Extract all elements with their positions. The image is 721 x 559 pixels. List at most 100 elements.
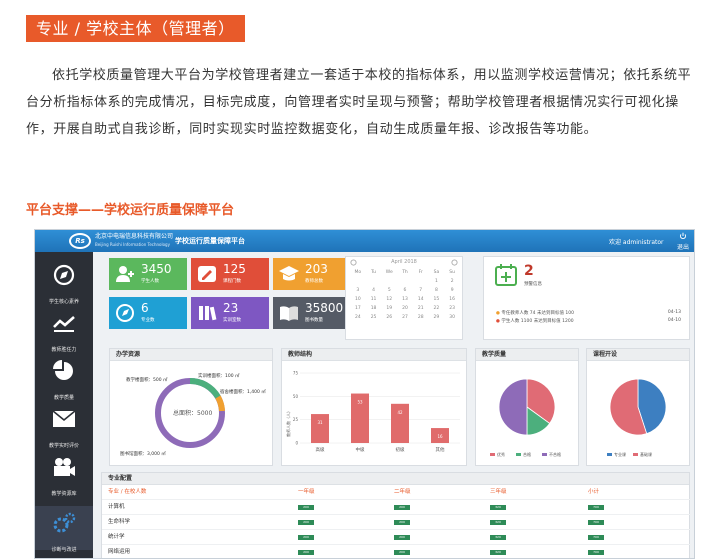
calendar-day <box>350 279 366 285</box>
panel-title: 教学质量 <box>476 349 578 361</box>
calendar-day[interactable]: 13 <box>397 297 413 303</box>
tile-label: 专业数 <box>141 318 155 323</box>
compass-icon <box>116 304 134 322</box>
stat-tile-teachers[interactable]: 203 教师总数 <box>273 258 351 290</box>
calendar-day[interactable]: 3 <box>350 288 366 294</box>
calendar-day[interactable]: 4 <box>366 288 382 294</box>
stat-tile-majors[interactable]: 6 专业数 <box>109 297 187 329</box>
calendar-day[interactable]: 21 <box>413 306 429 312</box>
count-badge: 200 <box>298 535 314 540</box>
calendar-day[interactable]: 28 <box>413 315 429 321</box>
count-badge: 320 <box>490 535 506 540</box>
alert-line[interactable]: ● 专任教师人数 74 未达到目标值 100 <box>496 310 574 316</box>
calendar-day[interactable]: 6 <box>397 288 413 294</box>
tile-number: 125 <box>223 262 246 276</box>
calendar-day[interactable]: 12 <box>381 297 397 303</box>
calendar-add-icon <box>495 264 517 286</box>
count-badge: 200 <box>394 520 410 525</box>
count-badge: 200 <box>394 550 410 555</box>
calendar-day[interactable]: 27 <box>397 315 413 321</box>
calendar-day[interactable]: 1 <box>429 279 445 285</box>
stat-tile-students[interactable]: 3450 学生人数 <box>109 258 187 290</box>
resources-donut-chart: 教学楼面积：500 ㎡ 实训楼面积：100 ㎡ 宿舍楼面积：1,400 ㎡ 图书… <box>120 372 266 457</box>
sidebar-item-resource-library[interactable]: 教学资源库 <box>35 450 93 497</box>
table-row[interactable]: 统计学 200 200 320 700 <box>102 530 691 545</box>
stat-tile-books[interactable]: 35800 图书数量 <box>273 297 351 329</box>
calendar-day[interactable]: 11 <box>366 297 382 303</box>
pie-icon <box>53 360 73 380</box>
table-title: 专业配置 <box>102 473 689 485</box>
exit-button[interactable]: 退出 <box>675 232 691 252</box>
stat-tile-courses[interactable]: 125 课程门数 <box>191 258 269 290</box>
calendar-day[interactable]: 15 <box>429 297 445 303</box>
legend-label: 优秀 <box>497 451 505 457</box>
sidebar-item-label: 教师胜任力 <box>51 347 77 353</box>
teacher-bar-chart: 教师人数（人） 0 25 50 75 31 高级 53 中级 42 初级 16 其他 <box>285 371 460 453</box>
calendar-day[interactable]: 30 <box>444 315 460 321</box>
calendar-day[interactable]: 25 <box>366 315 382 321</box>
quality-pie-chart: 优秀 合格 不合格 <box>490 378 561 457</box>
calendar-day[interactable]: 23 <box>444 306 460 312</box>
next-month-icon[interactable] <box>451 259 458 266</box>
panel-courses: 课程开设 专业课 基础课 <box>586 348 690 466</box>
power-icon <box>680 232 686 239</box>
calendar-day[interactable]: 2 <box>444 279 460 285</box>
pie-slice[interactable] <box>498 378 528 436</box>
book-icon <box>280 306 298 321</box>
calendar-day[interactable]: 26 <box>381 315 397 321</box>
count-badge: 320 <box>490 520 506 525</box>
count-badge: 200 <box>298 520 314 525</box>
sidebar-item-realtime-evaluation[interactable]: 教学实时评价 <box>35 402 93 449</box>
sidebar-item-teaching-quality[interactable]: 教学质量 <box>35 354 93 401</box>
calendar-day[interactable]: Mo <box>350 270 366 276</box>
stat-tile-training-rooms[interactable]: 23 实训室数 <box>191 297 269 329</box>
count-badge: 320 <box>490 550 506 555</box>
dashboard-screenshot: Rs 北京中电瑞信息科技有限公司 Beijing Ruishi Informat… <box>34 229 695 559</box>
sidebar-item-teacher-competency[interactable]: 教师胜任力 <box>35 306 93 353</box>
calendar-day[interactable]: 5 <box>381 288 397 294</box>
resource-label: 实训楼面积：100 ㎡ <box>198 372 240 379</box>
intro-paragraph: 依托学校质量管理大平台为学校管理者建立一套适于本校的指标体系，用以监测学校运营情… <box>26 68 692 137</box>
calendar-day[interactable]: 16 <box>444 297 460 303</box>
alert-count: 2 <box>524 263 534 279</box>
calendar-day[interactable]: 18 <box>366 306 382 312</box>
calendar-day[interactable]: 24 <box>350 315 366 321</box>
sidebar-item-core-literacy[interactable]: 学生核心素养 <box>35 258 93 305</box>
calendar-day <box>397 279 413 285</box>
resource-label: 宿舍楼面积：1,400 ㎡ <box>220 388 266 395</box>
sidebar-item-diagnosis[interactable]: 诊断与改进 <box>35 506 93 553</box>
count-badge: 200 <box>298 550 314 555</box>
calendar-day[interactable]: Th <box>397 270 413 276</box>
calendar-day[interactable]: Su <box>444 270 460 276</box>
calendar-day[interactable]: 19 <box>381 306 397 312</box>
major-name: 网络运用 <box>108 549 131 555</box>
alert-text: 学生人数 1100 未达到目标值 1200 <box>501 319 574 324</box>
compass-icon <box>53 264 75 286</box>
calendar-day[interactable]: Sa <box>429 270 445 276</box>
calendar-day[interactable]: 22 <box>429 306 445 312</box>
bar[interactable] <box>311 414 329 443</box>
calendar-day[interactable]: Fr <box>413 270 429 276</box>
resource-label: 总面积：5000 <box>173 409 212 417</box>
table-row[interactable]: 生命科学 200 200 320 700 <box>102 515 691 530</box>
calendar-day[interactable]: Tu <box>366 270 382 276</box>
x-tick-label: 高级 <box>316 446 325 453</box>
calendar-day[interactable]: 14 <box>413 297 429 303</box>
table-row[interactable]: 网络运用 200 200 320 700 <box>102 545 691 558</box>
tile-number: 23 <box>223 301 239 315</box>
alert-line[interactable]: ● 学生人数 1100 未达到目标值 1200 <box>496 318 574 324</box>
table-row[interactable]: 计算机 200 200 320 700 <box>102 500 691 515</box>
calendar-day[interactable]: 8 <box>429 288 445 294</box>
calendar-day[interactable]: 17 <box>350 306 366 312</box>
calendar-day[interactable]: 20 <box>397 306 413 312</box>
count-badge: 700 <box>588 535 604 540</box>
tile-label: 教师总数 <box>305 279 323 284</box>
calendar-day[interactable]: 29 <box>429 315 445 321</box>
alert-text: 专任教师人数 74 未达到目标值 100 <box>501 311 574 316</box>
calendar-day[interactable]: 9 <box>444 288 460 294</box>
calendar-day[interactable]: 10 <box>350 297 366 303</box>
alert-date: 04-13 <box>667 310 681 315</box>
calendar-day[interactable]: We <box>381 270 397 276</box>
calendar-grid: Mo Tu We Th Fr Sa Su 1 2 3 4 5 6 7 8 9 10 11 12 13 14 15 16 17 1… <box>350 270 460 321</box>
calendar-day[interactable]: 7 <box>413 288 429 294</box>
